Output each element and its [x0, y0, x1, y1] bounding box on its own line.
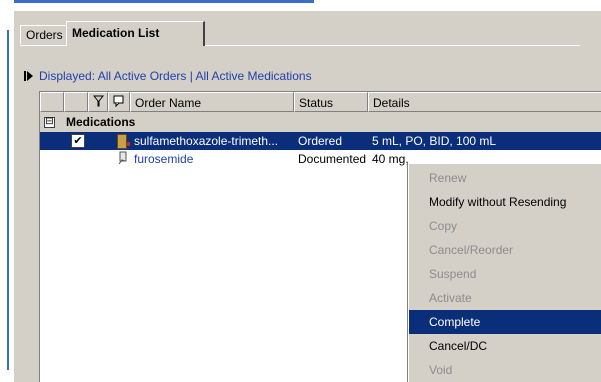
displayed-filter-link[interactable]: Displayed: All Active Orders | All Activ…: [39, 68, 312, 84]
row-details: 5 mL, PO, BID, 100 mL: [372, 134, 497, 148]
row-status: Documented: [298, 152, 367, 166]
comment-icon: [113, 95, 124, 108]
medication-bottle-cap: [127, 142, 130, 146]
row-details: 40 mg,: [372, 152, 409, 166]
documented-med-icon: [118, 151, 127, 165]
header-blank-cell: [40, 92, 64, 112]
menu-item-renew[interactable]: Renew: [409, 166, 601, 190]
collapse-toggle-icon[interactable]: ⊟: [44, 117, 55, 128]
menu-item-void[interactable]: Void: [409, 358, 601, 382]
menu-item-suspend[interactable]: Suspend: [409, 262, 601, 286]
group-label: Medications: [66, 115, 136, 129]
row-checkbox[interactable]: ✔: [71, 134, 85, 148]
menu-item-cancel-dc[interactable]: Cancel/DC: [409, 334, 601, 358]
row-status: Ordered: [298, 134, 343, 148]
context-menu: Renew Modify without Resending Copy Canc…: [408, 163, 601, 382]
header-check-cell: [64, 92, 88, 112]
medication-bottle-icon: [117, 134, 127, 149]
row-order-name[interactable]: furosemide: [134, 150, 292, 168]
expand-arrow-icon[interactable]: [27, 71, 33, 81]
menu-item-copy[interactable]: Copy: [409, 214, 601, 238]
header-details[interactable]: Details: [368, 92, 601, 112]
tab-medication-list[interactable]: Medication List: [66, 21, 205, 46]
menu-item-cancel-reorder[interactable]: Cancel/Reorder: [409, 238, 601, 262]
header-status[interactable]: Status: [294, 92, 368, 112]
expand-bar-icon: [24, 71, 26, 81]
grid-header: Order Name Status Details: [40, 92, 601, 114]
top-accent-rule: [14, 0, 314, 3]
menu-item-modify-without-resending[interactable]: Modify without Resending: [409, 190, 601, 214]
menu-item-activate[interactable]: Activate: [409, 286, 601, 310]
menu-item-complete[interactable]: Complete: [409, 310, 601, 334]
group-row-medications[interactable]: ⊟ Medications: [40, 114, 601, 132]
header-order-name[interactable]: Order Name: [130, 92, 294, 112]
header-note-cell[interactable]: [108, 92, 130, 112]
header-filter-cell[interactable]: [88, 92, 108, 112]
row-order-name: sulfamethoxazole-trimeth...: [134, 134, 279, 148]
left-accent-bar: [7, 30, 9, 370]
filter-icon: [92, 95, 105, 107]
table-row[interactable]: ✔ sulfamethoxazole-trimeth... Ordered 5 …: [40, 132, 601, 150]
